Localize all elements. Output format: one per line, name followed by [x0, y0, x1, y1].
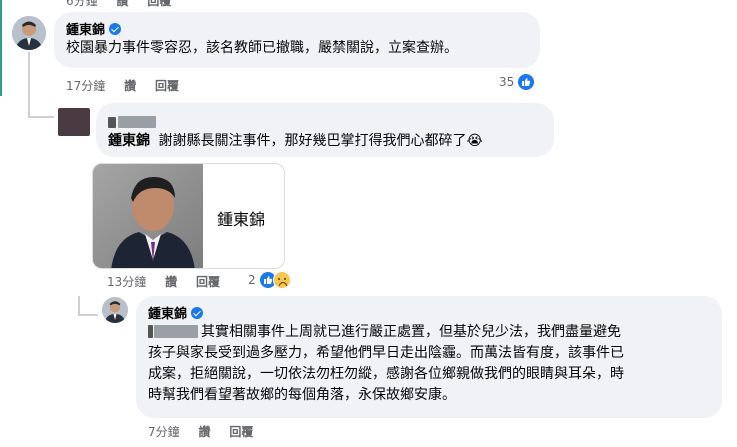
reply-button[interactable]: 回覆	[196, 275, 220, 289]
comment-author[interactable]: 鍾東錦	[66, 23, 105, 38]
avatar-portrait-icon	[102, 297, 128, 323]
reply-button[interactable]: 回覆	[229, 425, 253, 439]
mention-link[interactable]: 鍾東錦	[108, 133, 150, 149]
thread-line-branch	[28, 116, 54, 118]
comment-text-line: 時幫我們看望著故鄉的每個角落，永保故鄉安康。	[148, 387, 456, 403]
comment-time: 6分鐘	[66, 0, 98, 8]
avatar[interactable]	[58, 108, 90, 136]
comment-text-line: 其實相關事件上周就已進行嚴正處置，但基於兒少法，我們盡量避免	[201, 324, 621, 340]
reaction-count: 2	[248, 273, 256, 287]
comment-time: 7分鐘	[148, 425, 180, 439]
comment-text-line: 成案，拒絕關說，一切依法勿枉勿縱，感謝各位鄉親做我們的眼睛與耳朵，時	[148, 366, 624, 382]
attached-image-card[interactable]: 鍾東錦	[92, 163, 285, 269]
like-button[interactable]: 讚	[165, 275, 177, 289]
reaction-count: 35	[499, 75, 515, 89]
reaction-summary[interactable]: 2	[248, 271, 291, 289]
comment-text: 謝謝縣長關注事件，那好幾巴掌打得我們心都碎了	[158, 133, 467, 149]
comment-author[interactable]	[108, 111, 156, 130]
verified-badge-icon	[109, 23, 122, 35]
redacted-name	[148, 325, 153, 338]
top-comment-meta: 6分鐘 讚 回覆	[66, 0, 186, 9]
thread-line-nested	[78, 296, 80, 316]
like-icon	[517, 73, 536, 91]
comment-meta: 17分鐘 讚 回覆	[66, 77, 194, 94]
comment-text: 其實相關事件上周就已進行嚴正處置，但基於兒少法，我們盡量避免 孩子與家長受到過多…	[148, 322, 624, 406]
reply-button[interactable]: 回覆	[147, 0, 171, 8]
comment-meta: 13分鐘 讚 回覆	[107, 273, 235, 290]
comment-author[interactable]: 鍾東錦	[148, 307, 187, 322]
comment-text: 校園暴力事件零容忍，該名教師已撤職，嚴禁關說，立案查辦。	[66, 40, 458, 56]
comment-time: 13分鐘	[107, 275, 147, 289]
crying-emoji: 😭	[466, 133, 483, 149]
thread-line-left-edge	[0, 0, 2, 96]
redacted-name	[154, 325, 198, 338]
comment-bubble: 鍾東錦 其實相關事件上周就已進行嚴正處置，但基於兒少法，我們盡量避免 孩子與家長…	[136, 296, 722, 418]
comment-bubble: 鍾東錦 校園暴力事件零容忍，該名教師已撤職，嚴禁關說，立案查辦。	[54, 12, 540, 68]
reply-button[interactable]: 回覆	[155, 79, 179, 93]
avatar[interactable]	[102, 297, 128, 323]
like-button[interactable]: 讚	[124, 79, 136, 93]
verified-badge-icon	[191, 307, 204, 319]
portrait-photo-icon	[93, 164, 203, 268]
comment-text-line: 孩子與家長受到過多壓力，希望他們早日走出陰霾。而萬法皆有度，該事件已	[148, 345, 624, 361]
redacted-name	[118, 116, 156, 128]
avatar[interactable]	[12, 16, 46, 50]
like-button[interactable]: 讚	[116, 0, 128, 8]
thread-line	[28, 52, 30, 118]
thread-line-nested-branch	[78, 314, 98, 316]
avatar-portrait-icon	[12, 16, 46, 50]
comment-bubble: 鍾東錦 謝謝縣長關注事件，那好幾巴掌打得我們心都碎了😭	[96, 103, 554, 157]
like-button[interactable]: 讚	[198, 425, 210, 439]
reaction-summary[interactable]: 35	[499, 73, 536, 91]
card-label: 鍾東錦	[217, 210, 266, 229]
sad-icon	[272, 271, 291, 289]
comment-meta: 7分鐘 讚 回覆	[148, 423, 268, 440]
comment-time: 17分鐘	[66, 79, 106, 93]
redacted-name	[108, 117, 116, 128]
